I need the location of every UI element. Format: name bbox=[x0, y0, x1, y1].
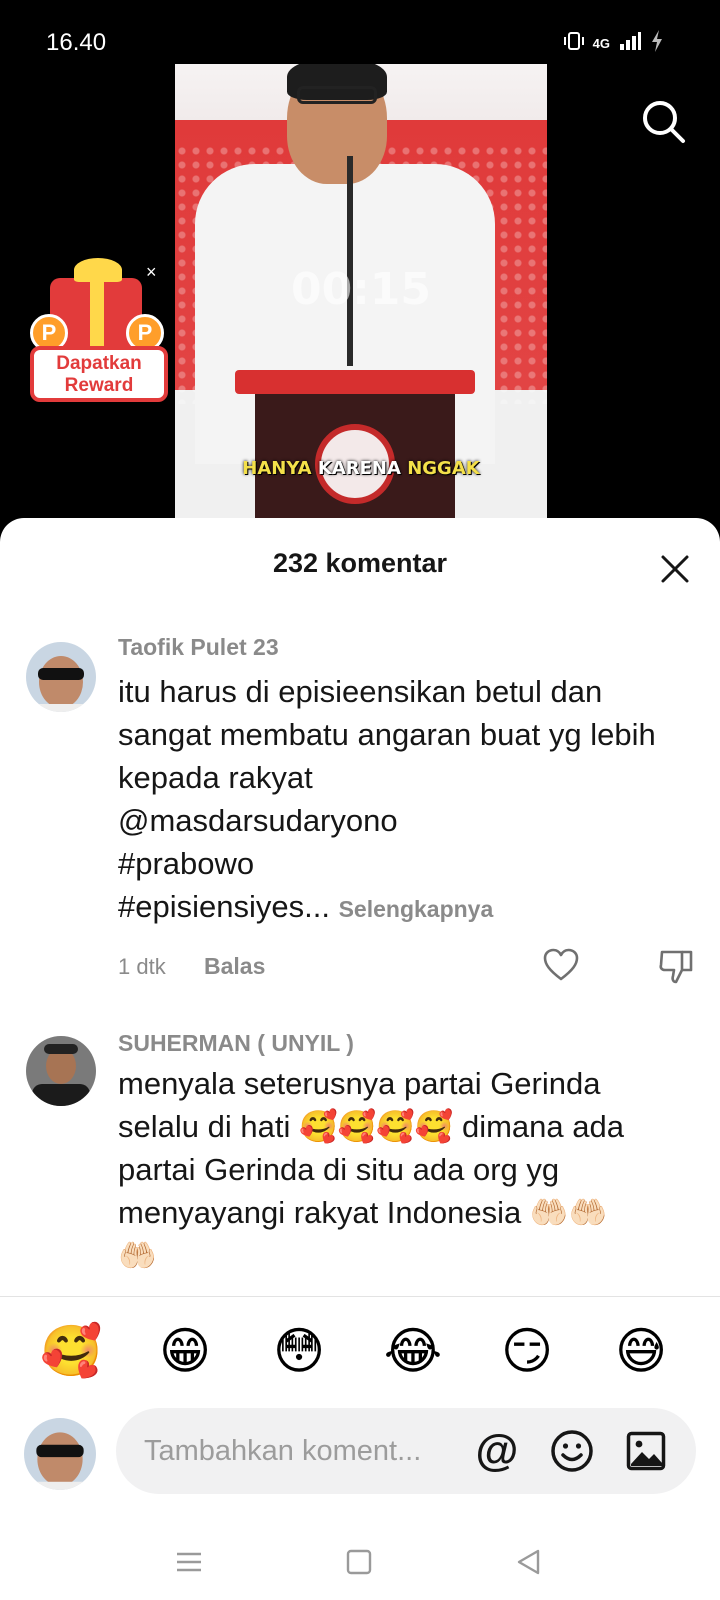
search-icon bbox=[643, 101, 685, 143]
quick-emoji-button[interactable]: 😂 bbox=[382, 1320, 444, 1382]
reward-close-icon[interactable]: × bbox=[146, 262, 157, 283]
dislike-button[interactable] bbox=[658, 948, 694, 984]
comment-text-segment: dimana ada bbox=[453, 1109, 624, 1144]
gift-bow bbox=[74, 258, 122, 282]
podium-top bbox=[235, 370, 475, 394]
back-button[interactable] bbox=[514, 1548, 544, 1576]
comment-username[interactable]: SUHERMAN ( UNYIL ) bbox=[118, 1030, 354, 1057]
signal-icon bbox=[618, 30, 642, 57]
heart-icon bbox=[543, 948, 579, 981]
comment-line: partai Gerinda di situ ada org yg bbox=[118, 1152, 560, 1187]
quick-emoji-button[interactable]: 😁 bbox=[154, 1320, 216, 1382]
comment-text: itu harus di episieensikan betul dan san… bbox=[118, 670, 698, 931]
comment-hashtag[interactable]: #episiensiyes... bbox=[118, 889, 330, 924]
emoji-picker-button[interactable] bbox=[550, 1429, 594, 1473]
comment-emojis: 🤲🏻 bbox=[118, 1238, 157, 1273]
comment-last-line: #episiensiyes... Selengkapnya bbox=[118, 885, 698, 931]
caption-word: NGGAK bbox=[407, 458, 480, 479]
smiley-icon bbox=[551, 1430, 593, 1472]
comment-line: selalu di hati 🥰🥰🥰🥰 dimana ada bbox=[118, 1105, 698, 1148]
reply-button[interactable]: Balas bbox=[204, 953, 265, 980]
comment-body: itu harus di episieensikan betul dan san… bbox=[118, 674, 656, 795]
menu-icon bbox=[177, 1552, 201, 1572]
video-frame[interactable]: 00:15 HANYA KARENA NGGAK bbox=[175, 64, 547, 530]
comment-username[interactable]: Taofik Pulet 23 bbox=[118, 634, 279, 661]
comment-input[interactable]: Tambahkan koment... @ bbox=[116, 1408, 696, 1494]
comment-mention[interactable]: @masdarsudaryono bbox=[118, 799, 698, 842]
search-button[interactable] bbox=[640, 98, 688, 146]
quick-emoji-button[interactable]: 😏 bbox=[496, 1320, 558, 1382]
image-icon bbox=[626, 1431, 666, 1471]
speaker-glasses bbox=[297, 86, 377, 104]
comment-input-placeholder[interactable]: Tambahkan koment... bbox=[144, 1408, 444, 1494]
quick-emoji-button[interactable]: 😅 bbox=[610, 1320, 672, 1382]
comment-text-segment: menyayangi rakyat Indonesia bbox=[118, 1195, 530, 1230]
image-upload-button[interactable] bbox=[626, 1431, 666, 1471]
status-bar: 16.40 4G bbox=[0, 0, 720, 86]
close-comments-button[interactable] bbox=[660, 554, 690, 584]
user-avatar[interactable] bbox=[24, 1418, 96, 1490]
comment-hashtag[interactable]: #prabowo bbox=[118, 842, 698, 885]
avatar[interactable] bbox=[26, 1036, 96, 1106]
status-icons: 4G bbox=[563, 29, 664, 58]
thumbs-down-icon bbox=[659, 950, 693, 984]
quick-emoji-button[interactable]: 😳 bbox=[268, 1320, 330, 1382]
battery-charging-icon bbox=[650, 29, 664, 58]
quick-emoji-row: 🥰 😁 😳 😂 😏 😅 bbox=[0, 1320, 720, 1384]
quick-emoji-button[interactable]: 🥰 bbox=[40, 1320, 102, 1382]
network-type: 4G bbox=[592, 36, 610, 51]
like-button[interactable] bbox=[543, 948, 579, 982]
status-time: 16.40 bbox=[46, 29, 107, 56]
vibrate-icon bbox=[563, 30, 585, 57]
system-nav-bar bbox=[0, 1520, 720, 1600]
avatar[interactable] bbox=[26, 642, 96, 712]
comment-line: menyala seterusnya partai Gerinda bbox=[118, 1066, 601, 1101]
mention-at-icon[interactable]: @ bbox=[474, 1428, 520, 1474]
square-icon bbox=[346, 1549, 372, 1575]
close-icon bbox=[661, 555, 689, 583]
video-caption: HANYA KARENA NGGAK bbox=[175, 458, 547, 479]
reward-label: Dapatkan Reward bbox=[30, 346, 168, 402]
back-triangle-icon bbox=[517, 1549, 540, 1575]
divider bbox=[0, 1296, 720, 1297]
comment-emojis: 🤲🏻🤲🏻 bbox=[529, 1195, 608, 1230]
reward-label-line: Reward bbox=[64, 375, 134, 396]
reward-label-line: Dapatkan bbox=[56, 353, 142, 374]
comment-line: menyayangi rakyat Indonesia 🤲🏻🤲🏻 bbox=[118, 1191, 698, 1234]
comment-emojis: 🥰🥰🥰🥰 bbox=[298, 1109, 454, 1144]
microphone bbox=[347, 156, 353, 366]
caption-word: HANYA bbox=[242, 458, 312, 479]
comments-count-title: 232 komentar bbox=[272, 548, 448, 578]
see-more-link[interactable]: Selengkapnya bbox=[339, 896, 494, 922]
recent-apps-button[interactable] bbox=[174, 1548, 204, 1576]
comment-text-segment: selalu di hati bbox=[118, 1109, 299, 1144]
caption-word: KARENA bbox=[317, 458, 401, 479]
video-timer: 00:15 bbox=[290, 264, 432, 315]
comment-text: menyala seterusnya partai Gerinda selalu… bbox=[118, 1062, 698, 1277]
comment-time: 1 dtk bbox=[118, 954, 166, 979]
home-button[interactable] bbox=[344, 1548, 374, 1576]
